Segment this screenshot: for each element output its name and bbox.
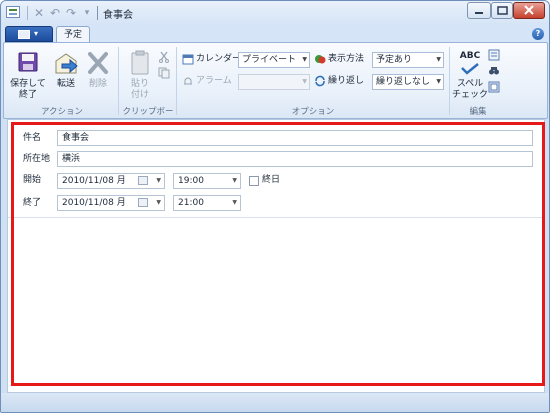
repeat-select[interactable]: 繰り返しなし ▼ bbox=[372, 74, 444, 90]
forward-icon bbox=[55, 53, 78, 74]
undo-icon[interactable]: ↶ bbox=[47, 5, 63, 21]
help-icon[interactable]: ? bbox=[532, 28, 544, 40]
close-item-icon[interactable]: ✕ bbox=[31, 5, 47, 21]
save-close-label-2: 終了 bbox=[18, 90, 37, 100]
delete-button[interactable]: 削除 bbox=[80, 47, 116, 101]
tab-row: ▾ 予定 ? bbox=[1, 25, 549, 44]
paste-label-2: 付け bbox=[130, 90, 149, 100]
spell-label-1: スペル bbox=[456, 79, 484, 89]
chevron-down-icon: ▼ bbox=[302, 56, 307, 63]
delete-label: 削除 bbox=[88, 79, 107, 89]
file-menu-button[interactable]: ▾ bbox=[5, 26, 53, 42]
window-title: 食事会 bbox=[103, 10, 133, 21]
checkmark-icon bbox=[461, 63, 479, 75]
close-icon bbox=[524, 5, 534, 15]
minimize-button[interactable] bbox=[467, 2, 491, 19]
paste-label-1: 貼り bbox=[130, 79, 149, 89]
spell-label-2: チェック bbox=[452, 90, 489, 100]
paste-icon bbox=[131, 50, 149, 75]
group-label-edit: 編集 bbox=[469, 107, 487, 117]
minimize-icon bbox=[475, 12, 483, 14]
status-bar bbox=[1, 393, 549, 412]
forward-button[interactable]: 転送 bbox=[48, 47, 84, 101]
redo-icon[interactable]: ↷ bbox=[63, 5, 79, 21]
save-icon bbox=[18, 52, 38, 72]
show-as-icon bbox=[315, 55, 326, 64]
delete-icon bbox=[88, 52, 108, 74]
maximize-icon bbox=[497, 6, 508, 15]
maximize-button[interactable] bbox=[491, 2, 513, 19]
event-window: ✕ ↶ ↷ ▾ 食事会 ▾ 予定 ? 保存して 終了 転送 削除 アクション 貼… bbox=[0, 0, 550, 413]
copy-icon[interactable] bbox=[158, 67, 170, 79]
file-menu-icon bbox=[18, 30, 30, 39]
save-close-label-1: 保存して bbox=[10, 79, 46, 89]
group-separator bbox=[118, 47, 119, 115]
chevron-down-icon: ▼ bbox=[302, 78, 307, 85]
spell-abc-text: ABC bbox=[459, 51, 481, 61]
group-separator bbox=[176, 47, 177, 115]
close-button[interactable] bbox=[513, 2, 545, 19]
customize-qat-icon[interactable]: ▾ bbox=[79, 5, 95, 21]
alarm-label: アラーム bbox=[196, 76, 232, 86]
select-icon[interactable] bbox=[488, 81, 500, 93]
app-calendar-icon[interactable] bbox=[6, 6, 20, 18]
repeat-label: 繰り返し bbox=[328, 76, 365, 86]
paste-button[interactable]: 貼り 付け bbox=[122, 47, 158, 101]
bell-icon bbox=[184, 77, 192, 85]
find-icon[interactable] bbox=[488, 65, 500, 77]
highlight-frame bbox=[11, 122, 545, 386]
chevron-down-icon: ▾ bbox=[34, 29, 39, 38]
group-label-action: アクション bbox=[40, 107, 84, 117]
show-as-select-value: 予定あり bbox=[376, 55, 413, 65]
qat-separator bbox=[27, 6, 28, 20]
calendar-select[interactable]: プライベート ▼ bbox=[238, 52, 310, 68]
spell-check-button[interactable]: ABC スペル チェック bbox=[452, 47, 488, 101]
calendar-label: カレンダー bbox=[196, 54, 242, 64]
chevron-down-icon: ▼ bbox=[436, 78, 441, 85]
save-close-button[interactable]: 保存して 終了 bbox=[10, 47, 46, 101]
alarm-select[interactable]: ▼ bbox=[238, 74, 310, 90]
calendar-select-value: プライベート bbox=[242, 55, 297, 65]
ribbon: 保存して 終了 転送 削除 アクション 貼り 付け クリップボー カレンダー プ… bbox=[3, 42, 548, 129]
recurrence-icon bbox=[315, 75, 325, 87]
show-as-label: 表示方法 bbox=[328, 54, 365, 64]
thesaurus-icon[interactable] bbox=[488, 49, 500, 61]
show-as-select[interactable]: 予定あり ▼ bbox=[372, 52, 444, 68]
cut-icon[interactable] bbox=[158, 51, 170, 63]
chevron-down-icon: ▼ bbox=[436, 56, 441, 63]
forward-label: 転送 bbox=[56, 79, 75, 89]
repeat-select-value: 繰り返しなし bbox=[376, 77, 431, 87]
group-label-options: オプション bbox=[291, 107, 335, 117]
title-separator bbox=[97, 6, 98, 20]
title-bar: ✕ ↶ ↷ ▾ 食事会 bbox=[1, 1, 549, 25]
calendar-icon bbox=[182, 54, 194, 65]
